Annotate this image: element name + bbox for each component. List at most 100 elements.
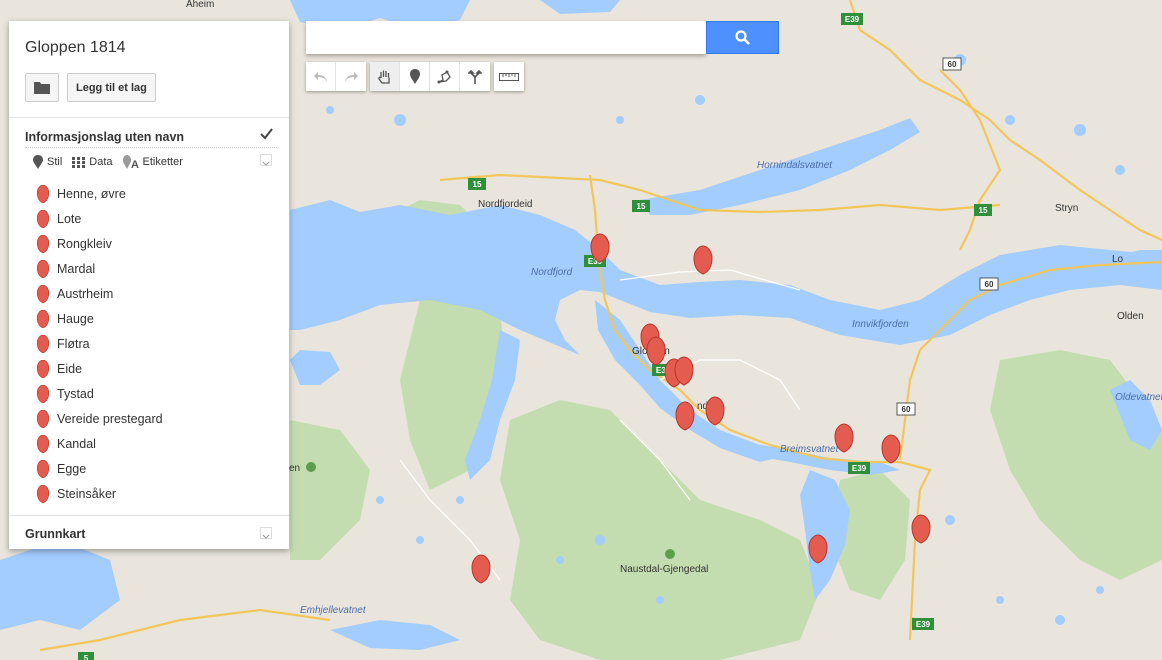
pan-tool-button[interactable]: [370, 62, 400, 91]
layer-style-option[interactable]: Stil: [33, 155, 62, 169]
list-item-label: Lote: [57, 211, 82, 226]
svg-text:15: 15: [637, 202, 646, 211]
svg-text:E39: E39: [845, 15, 860, 24]
shield-e39-top: E39: [841, 13, 863, 25]
layer-data-option[interactable]: Data: [72, 156, 113, 168]
map-label-hornindalsvatnet: Hornindalsvatnet: [757, 160, 833, 171]
marker-icon: [37, 234, 49, 253]
map-label-innvikfjorden: Innvikfjorden: [852, 319, 909, 330]
base-map-dropdown[interactable]: [260, 527, 272, 539]
list-item-label: Austrheim: [57, 286, 114, 301]
svg-text:A: A: [131, 159, 139, 169]
layer-items-list: Henne, øvre Lote Rongkleiv Mardal Austrh…: [37, 181, 163, 506]
shield-60-c: 60: [896, 402, 916, 416]
layer-data-label: Data: [89, 156, 113, 168]
draw-line-icon: [437, 70, 451, 83]
search-input[interactable]: [306, 21, 706, 54]
panel-divider: [9, 515, 289, 516]
list-item[interactable]: Steinsåker: [37, 481, 163, 506]
list-item[interactable]: Eide: [37, 356, 163, 381]
map-label-breimsvatnet: Breimsvatnet: [780, 444, 840, 455]
marker-icon: [37, 359, 49, 378]
svg-text:E39: E39: [852, 464, 867, 473]
marker-icon: [37, 284, 49, 303]
marker-icon: [37, 484, 49, 503]
list-item[interactable]: Henne, øvre: [37, 181, 163, 206]
list-item-label: Fløtra: [57, 336, 90, 351]
list-item[interactable]: Kandal: [37, 431, 163, 456]
undo-button[interactable]: [306, 62, 336, 91]
label-icon: A: [122, 155, 139, 169]
map-label-stryn: Stryn: [1055, 203, 1078, 214]
list-item-label: Vereide prestegard: [57, 411, 163, 426]
list-item-label: Tystad: [57, 386, 94, 401]
ruler-icon: [499, 72, 519, 81]
measure-group: [494, 62, 524, 91]
shield-15-b: 15: [632, 200, 650, 212]
directions-button[interactable]: [460, 62, 490, 91]
layer-visibility-checkbox[interactable]: [259, 127, 273, 146]
marker-icon: [37, 409, 49, 428]
layer-labels-option[interactable]: A Etiketter: [122, 155, 183, 169]
map-title[interactable]: Gloppen 1814: [25, 39, 126, 57]
park-icon: [665, 549, 675, 559]
add-layer-button[interactable]: Legg til et lag: [67, 73, 156, 102]
open-map-button[interactable]: [25, 73, 59, 102]
measure-button[interactable]: [494, 62, 524, 91]
chevron-down-icon: [262, 534, 270, 539]
list-item-label: Eide: [57, 361, 83, 376]
list-item[interactable]: Austrheim: [37, 281, 163, 306]
undo-icon: [313, 71, 327, 82]
checkmark-icon: [260, 128, 273, 140]
list-item-label: Kandal: [57, 436, 96, 451]
marker-icon: [37, 434, 49, 453]
tools-group: [370, 62, 490, 91]
list-item[interactable]: Fløtra: [37, 331, 163, 356]
list-item[interactable]: Hauge: [37, 306, 163, 331]
folder-icon: [34, 82, 50, 94]
layer-divider: [25, 147, 277, 148]
map-label-naustdal-gjengedal: Naustdal-Gjengedal: [620, 564, 708, 575]
list-item[interactable]: Rongkleiv: [37, 231, 163, 256]
park-icon: [306, 462, 316, 472]
list-item[interactable]: Mardal: [37, 256, 163, 281]
redo-button[interactable]: [336, 62, 366, 91]
hand-icon: [377, 70, 390, 84]
list-item-label: Hauge: [57, 311, 94, 326]
layer-labels-label: Etiketter: [142, 156, 183, 168]
map-layers-panel: Gloppen 1814 Legg til et lag Informasjon…: [9, 21, 289, 549]
draw-line-button[interactable]: [430, 62, 460, 91]
marker-icon: [37, 259, 49, 278]
map-label-nordfjordeid: Nordfjordeid: [478, 199, 532, 210]
table-icon: [72, 156, 86, 168]
base-map-title[interactable]: Grunnkart: [25, 527, 85, 541]
list-item[interactable]: Lote: [37, 206, 163, 231]
chevron-down-icon: [262, 161, 270, 166]
list-item[interactable]: Tystad: [37, 381, 163, 406]
add-marker-button[interactable]: [400, 62, 430, 91]
style-icon: [33, 155, 43, 169]
layer-options-dropdown[interactable]: [260, 154, 272, 166]
search-icon: [735, 30, 750, 45]
list-item[interactable]: Egge: [37, 456, 163, 481]
marker-icon: [37, 384, 49, 403]
search-button[interactable]: [706, 21, 779, 54]
layer-options: Stil Data A Etiketter: [33, 155, 193, 169]
redo-icon: [345, 71, 358, 82]
svg-text:15: 15: [473, 180, 482, 189]
layer-title[interactable]: Informasjonslag uten navn: [25, 130, 184, 144]
list-item-label: Rongkleiv: [57, 236, 112, 251]
svg-text:60: 60: [902, 405, 911, 414]
list-item-label: Mardal: [57, 261, 96, 276]
shield-e39-breim: E39: [848, 462, 870, 474]
map-label-olden: Olden: [1117, 311, 1144, 322]
map-label-emhjellevatnet: Emhjellevatnet: [300, 605, 367, 616]
shield-60-b: 60: [979, 277, 999, 291]
marker-icon: [409, 69, 420, 84]
shield-15-c: 15: [974, 204, 992, 216]
list-item-label: Henne, øvre: [57, 186, 126, 201]
map-label-lo: Lo: [1112, 254, 1124, 265]
svg-text:60: 60: [948, 60, 957, 69]
list-item-label: Steinsåker: [57, 486, 117, 501]
list-item[interactable]: Vereide prestegard: [37, 406, 163, 431]
